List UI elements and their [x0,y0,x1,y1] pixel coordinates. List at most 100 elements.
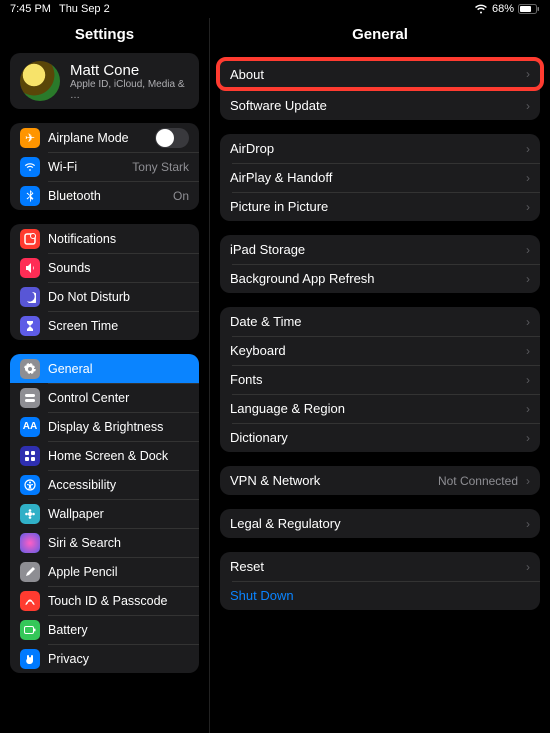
notifications-cell[interactable]: Notifications [10,224,199,253]
storage-label: iPad Storage [230,242,305,257]
chevron-right-icon: › [526,243,530,257]
homescreen-cell[interactable]: Home Screen & Dock [10,441,199,470]
about-label: About [230,67,264,82]
avatar [20,61,60,101]
profile-name: Matt Cone [70,62,189,79]
airplane-mode-cell[interactable]: ✈ Airplane Mode [10,123,199,152]
datetime-cell[interactable]: Date & Time › [220,307,540,336]
pencil-cell[interactable]: Apple Pencil [10,557,199,586]
chevron-right-icon: › [526,272,530,286]
bgapp-cell[interactable]: Background App Refresh › [220,264,540,293]
screentime-cell[interactable]: Screen Time [10,311,199,340]
homescreen-label: Home Screen & Dock [48,449,168,463]
bluetooth-label: Bluetooth [48,189,101,203]
chevron-right-icon: › [526,474,530,488]
bgapp-label: Background App Refresh [230,271,375,286]
airplane-mode-toggle[interactable] [155,128,189,148]
dictionary-cell[interactable]: Dictionary › [220,423,540,452]
airplane-mode-label: Airplane Mode [48,131,129,145]
battery-settings-icon [20,620,40,640]
chevron-right-icon: › [526,142,530,156]
bluetooth-cell[interactable]: Bluetooth On [10,181,199,210]
privacy-cell[interactable]: Privacy [10,644,199,673]
moon-icon [20,287,40,307]
vpn-cell[interactable]: VPN & Network Not Connected › [220,466,540,495]
sounds-label: Sounds [48,261,90,275]
language-label: Language & Region [230,401,345,416]
flower-icon [20,504,40,524]
pip-cell[interactable]: Picture in Picture › [220,192,540,221]
wifi-icon [474,4,488,14]
battery-cell[interactable]: Battery [10,615,199,644]
dnd-label: Do Not Disturb [48,290,130,304]
accessibility-icon [20,475,40,495]
wifi-settings-icon [20,157,40,177]
siri-icon [20,533,40,553]
status-date: Thu Sep 2 [59,3,110,15]
siri-cell[interactable]: Siri & Search [10,528,199,557]
display-icon: AA [20,417,40,437]
chevron-right-icon: › [526,344,530,358]
reset-cell[interactable]: Reset › [220,552,540,581]
vpn-label: VPN & Network [230,473,320,488]
general-cell[interactable]: General [10,354,199,383]
software-update-cell[interactable]: Software Update › [220,91,540,120]
chevron-right-icon: › [526,171,530,185]
language-cell[interactable]: Language & Region › [220,394,540,423]
chevron-right-icon: › [526,99,530,113]
bluetooth-value: On [173,189,189,203]
controlcenter-cell[interactable]: Control Center [10,383,199,412]
hand-icon [20,649,40,669]
storage-cell[interactable]: iPad Storage › [220,235,540,264]
sounds-icon [20,258,40,278]
notifications-label: Notifications [48,232,116,246]
controlcenter-label: Control Center [48,391,129,405]
chevron-right-icon: › [526,402,530,416]
profile-subtitle: Apple ID, iCloud, Media & … [70,79,189,101]
hourglass-icon [20,316,40,336]
airdrop-cell[interactable]: AirDrop › [220,134,540,163]
battery-label: Battery [48,623,88,637]
dnd-cell[interactable]: Do Not Disturb [10,282,199,311]
switches-icon [20,388,40,408]
chevron-right-icon: › [526,373,530,387]
pencil-label: Apple Pencil [48,565,118,579]
detail-title: General [210,18,550,53]
keyboard-cell[interactable]: Keyboard › [220,336,540,365]
privacy-label: Privacy [48,652,89,666]
airplay-cell[interactable]: AirPlay & Handoff › [220,163,540,192]
wallpaper-label: Wallpaper [48,507,104,521]
pip-label: Picture in Picture [230,199,328,214]
display-label: Display & Brightness [48,420,163,434]
chevron-right-icon: › [526,431,530,445]
wallpaper-cell[interactable]: Wallpaper [10,499,199,528]
wifi-value: Tony Stark [132,160,189,174]
reset-label: Reset [230,559,264,574]
wifi-cell[interactable]: Wi-Fi Tony Stark [10,152,199,181]
chevron-right-icon: › [526,200,530,214]
keyboard-label: Keyboard [230,343,286,358]
chevron-right-icon: › [526,560,530,574]
touchid-cell[interactable]: Touch ID & Passcode [10,586,199,615]
shutdown-cell[interactable]: Shut Down [220,581,540,610]
dictionary-label: Dictionary [230,430,288,445]
vpn-value: Not Connected [438,474,518,488]
battery-icon [518,4,540,14]
apple-id-cell[interactable]: Matt Cone Apple ID, iCloud, Media & … [10,53,199,109]
airplay-label: AirPlay & Handoff [230,170,332,185]
airdrop-label: AirDrop [230,141,274,156]
shutdown-label: Shut Down [230,588,294,603]
siri-label: Siri & Search [48,536,121,550]
notifications-icon [20,229,40,249]
fonts-label: Fonts [230,372,263,387]
software-update-label: Software Update [230,98,327,113]
legal-cell[interactable]: Legal & Regulatory › [220,509,540,538]
about-cell[interactable]: About › [216,57,544,91]
accessibility-cell[interactable]: Accessibility [10,470,199,499]
wifi-label: Wi-Fi [48,160,77,174]
datetime-label: Date & Time [230,314,302,329]
fonts-cell[interactable]: Fonts › [220,365,540,394]
sounds-cell[interactable]: Sounds [10,253,199,282]
gear-icon [20,359,40,379]
display-cell[interactable]: AA Display & Brightness [10,412,199,441]
